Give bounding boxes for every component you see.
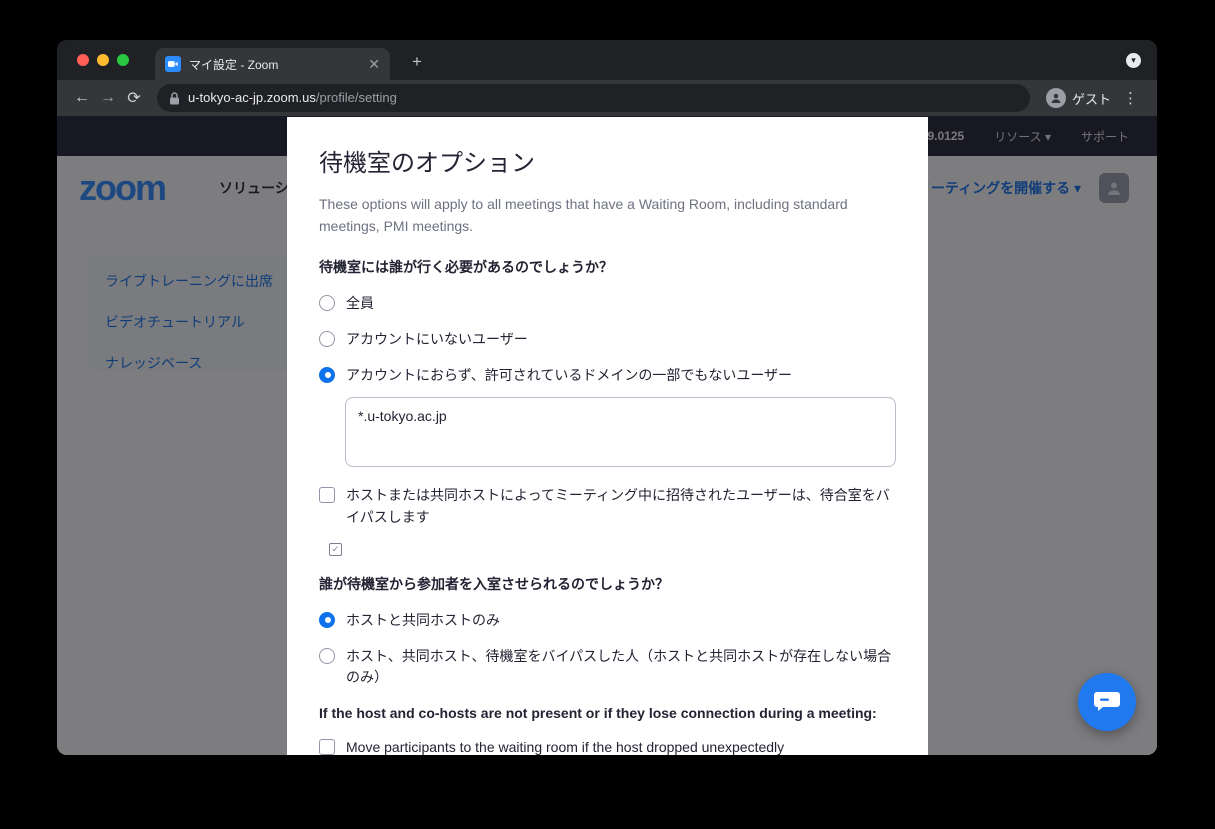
radio-option-users-not-in-allowed-domains[interactable]: アカウントにおらず、許可されているドメインの一部でもないユーザー bbox=[319, 365, 896, 387]
radio-icon[interactable] bbox=[319, 295, 335, 311]
back-icon[interactable]: ← bbox=[69, 85, 95, 111]
radio-icon[interactable] bbox=[319, 648, 335, 664]
browser-titlebar: マイ設定 - Zoom ✕ + ▾ bbox=[57, 40, 1157, 80]
radio-option-everyone[interactable]: 全員 bbox=[319, 293, 896, 315]
radio-icon[interactable] bbox=[319, 331, 335, 347]
maximize-window-icon[interactable] bbox=[117, 54, 129, 66]
radio-selected-icon[interactable] bbox=[319, 612, 335, 628]
chat-widget-button[interactable] bbox=[1078, 673, 1136, 731]
radio-option-host-cohost-only[interactable]: ホストと共同ホストのみ bbox=[319, 610, 896, 632]
check-icon: ✓ bbox=[329, 543, 342, 556]
new-tab-button[interactable]: + bbox=[405, 50, 429, 74]
waiting-room-options-modal: 待機室のオプション These options will apply to al… bbox=[287, 117, 928, 755]
host-absent-heading: If the host and co-hosts are not present… bbox=[319, 705, 896, 721]
guest-avatar-icon bbox=[1046, 88, 1066, 108]
modal-description: These options will apply to all meetings… bbox=[319, 194, 867, 237]
bypass-waiting-room-checkbox-row[interactable]: ホストまたは共同ホストによってミーティング中に招待されたユーザーは、待合室をバイ… bbox=[319, 485, 896, 528]
reload-icon[interactable]: ⟳ bbox=[121, 85, 147, 111]
checkbox-icon[interactable] bbox=[319, 487, 335, 503]
question-who-goes: 待機室には誰が行く必要があるのでしょうか？ bbox=[319, 257, 896, 277]
forward-icon[interactable]: → bbox=[95, 85, 121, 111]
address-bar[interactable]: u-tokyo-ac-jp.zoom.us/profile/setting bbox=[157, 84, 1030, 112]
page-content: 88.799.0125 リソース ▾ サポート zoom ソリューシ ミーティン… bbox=[57, 116, 1157, 755]
browser-menu-icon[interactable]: ⋮ bbox=[1117, 89, 1145, 107]
browser-window: マイ設定 - Zoom ✕ + ▾ ← → ⟳ u-tokyo-ac-jp.zo… bbox=[57, 40, 1157, 755]
guest-label: ゲスト bbox=[1072, 89, 1111, 108]
browser-tab[interactable]: マイ設定 - Zoom ✕ bbox=[155, 48, 390, 80]
checkbox-icon[interactable] bbox=[319, 739, 335, 755]
url-host: u-tokyo-ac-jp.zoom.us bbox=[188, 90, 316, 105]
allowed-domains-input[interactable]: *.u-tokyo.ac.jp bbox=[345, 397, 896, 467]
minimize-window-icon[interactable] bbox=[97, 54, 109, 66]
close-window-icon[interactable] bbox=[77, 54, 89, 66]
modal-title: 待機室のオプション bbox=[319, 143, 896, 178]
lock-icon bbox=[169, 92, 180, 105]
window-controls bbox=[77, 54, 129, 66]
url-path: /profile/setting bbox=[316, 90, 397, 105]
radio-selected-icon[interactable] bbox=[319, 367, 335, 383]
tab-close-icon[interactable]: ✕ bbox=[368, 57, 380, 71]
tab-title: マイ設定 - Zoom bbox=[189, 56, 360, 73]
move-participants-checkbox-row[interactable]: Move participants to the waiting room if… bbox=[319, 737, 896, 755]
question-who-admits: 誰が待機室から参加者を入室させられるのでしょうか？ bbox=[319, 574, 896, 594]
guest-profile-button[interactable]: ゲスト bbox=[1040, 88, 1117, 108]
browser-profile-icon[interactable]: ▾ bbox=[1126, 53, 1141, 68]
browser-toolbar: ← → ⟳ u-tokyo-ac-jp.zoom.us/profile/sett… bbox=[57, 80, 1157, 116]
zoom-favicon-icon bbox=[165, 56, 181, 72]
radio-option-host-cohost-bypassed[interactable]: ホスト、共同ホスト、待機室をバイパスした人（ホストと共同ホストが存在しない場合の… bbox=[319, 646, 896, 689]
radio-option-users-not-in-account[interactable]: アカウントにいないユーザー bbox=[319, 329, 896, 351]
chat-bubble-icon bbox=[1093, 689, 1121, 715]
